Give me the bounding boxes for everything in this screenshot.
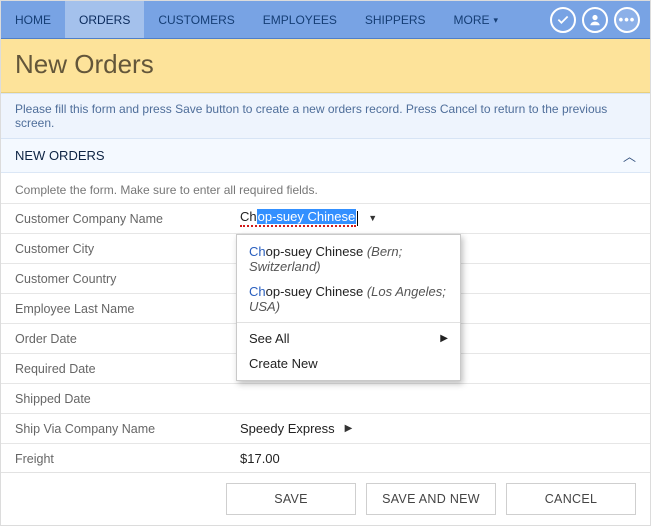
nav-tab-orders[interactable]: ORDERS	[65, 1, 144, 38]
customer-company-name-input[interactable]: Chop-suey Chinese ▼ Chop-suey Chinese (B…	[240, 210, 636, 227]
dropdown-option[interactable]: Chop-suey Chinese (Los Angeles; USA)	[237, 279, 460, 319]
field-ship-via: Ship Via Company Name Speedy Express ▶	[1, 413, 650, 443]
field-freight: Freight $17.00	[1, 443, 650, 473]
nav-actions: •••	[550, 1, 644, 38]
nav-tab-more[interactable]: MORE ▾	[440, 1, 513, 38]
autocomplete-dropdown: Chop-suey Chinese (Bern; Switzerland) Ch…	[236, 234, 461, 381]
page-title: New Orders	[15, 49, 636, 80]
chevron-down-icon: ▾	[494, 15, 499, 26]
section-title: NEW ORDERS	[15, 148, 105, 163]
field-shipped-date: Shipped Date	[1, 383, 650, 413]
user-icon[interactable]	[582, 7, 608, 33]
field-customer-company-name: Customer Company Name Chop-suey Chinese …	[1, 203, 650, 233]
submenu-arrow-icon[interactable]: ▶	[345, 423, 353, 434]
more-icon[interactable]: •••	[614, 7, 640, 33]
button-bar: SAVE SAVE AND NEW CANCEL	[1, 472, 650, 525]
section-header[interactable]: NEW ORDERS ︿	[1, 139, 650, 173]
nav-tab-customers[interactable]: CUSTOMERS	[144, 1, 248, 38]
nav-tab-shippers[interactable]: SHIPPERS	[351, 1, 440, 38]
checkmark-icon[interactable]	[550, 7, 576, 33]
save-and-new-button[interactable]: SAVE AND NEW	[366, 483, 496, 515]
nav-tabs: HOME ORDERS CUSTOMERS EMPLOYEES SHIPPERS…	[1, 1, 512, 38]
cancel-button[interactable]: CANCEL	[506, 483, 636, 515]
freight-input[interactable]: $17.00	[240, 451, 636, 466]
nav-tab-employees[interactable]: EMPLOYEES	[249, 1, 351, 38]
label: Customer Company Name	[15, 206, 240, 232]
submenu-arrow-icon: ▶	[440, 333, 448, 344]
form: Customer Company Name Chop-suey Chinese …	[1, 203, 650, 503]
helper-text: Complete the form. Make sure to enter al…	[1, 173, 650, 203]
ship-via-input[interactable]: Speedy Express ▶	[240, 421, 636, 436]
titlebar: New Orders	[1, 39, 650, 93]
nav-tab-more-label: MORE	[454, 13, 490, 27]
instruction-strip: Please fill this form and press Save but…	[1, 93, 650, 139]
dropdown-option[interactable]: Chop-suey Chinese (Bern; Switzerland)	[237, 239, 460, 279]
separator	[237, 322, 460, 323]
dropdown-see-all[interactable]: See All ▶	[237, 326, 460, 351]
dropdown-toggle-icon[interactable]: ▼	[368, 213, 377, 223]
navbar: HOME ORDERS CUSTOMERS EMPLOYEES SHIPPERS…	[1, 1, 650, 39]
chevron-up-icon: ︿	[623, 146, 636, 165]
nav-tab-home[interactable]: HOME	[1, 1, 65, 38]
save-button[interactable]: SAVE	[226, 483, 356, 515]
dropdown-create-new[interactable]: Create New	[237, 351, 460, 376]
